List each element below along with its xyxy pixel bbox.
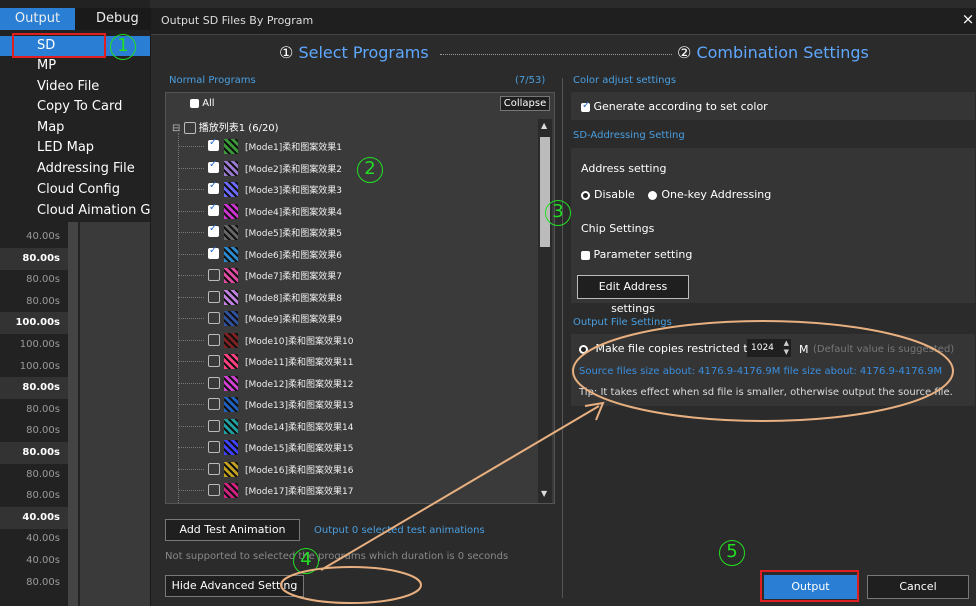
menu-item-cloud-animation[interactable]: Cloud Aimation Gzi — [0, 201, 150, 221]
time-duration: 100.00s — [0, 312, 68, 335]
time-duration: 80.00s — [0, 377, 68, 400]
time-duration: 80.00s — [26, 295, 60, 307]
hide-advanced-oval — [280, 566, 422, 604]
timeline-divider — [68, 222, 78, 606]
time-duration: 80.00s — [26, 274, 60, 286]
time-duration: 80.00s — [26, 468, 60, 480]
menu-tab-bar: Output Debug — [0, 8, 150, 30]
time-duration: 40.00s — [26, 533, 60, 545]
annotation-overlay — [280, 320, 954, 604]
time-duration: 80.00s — [0, 442, 68, 464]
arrow-head-icon — [584, 401, 605, 421]
menu-item-addressing-file[interactable]: Addressing File — [0, 159, 150, 179]
sd-highlight-box — [12, 33, 106, 58]
time-duration: 100.00s — [19, 339, 60, 350]
menu-item-video-file[interactable]: Video File — [0, 77, 150, 97]
output-sd-dialog: Output SD Files By Program × ① Select Pr… — [150, 8, 976, 606]
time-duration: 80.00s — [0, 247, 68, 270]
timeline-track — [80, 222, 150, 606]
menu-item-copy-to-card[interactable]: Copy To Card — [0, 97, 150, 117]
output-menu: Output Debug SD MP Video File Copy To Ca… — [0, 0, 150, 606]
arrow-line — [320, 405, 600, 571]
time-duration: 80.00s — [26, 425, 60, 437]
tab-debug[interactable]: Debug — [96, 8, 139, 30]
time-duration: 40.00s — [26, 231, 60, 242]
time-duration: 80.00s — [26, 403, 60, 415]
annotation-1: 1 — [110, 34, 136, 60]
menu-item-map[interactable]: Map — [0, 118, 150, 138]
time-duration: 100.00s — [19, 360, 60, 372]
menu-item-cloud-config[interactable]: Cloud Config — [0, 180, 150, 200]
time-duration: 40.00s — [0, 506, 68, 529]
time-duration: 80.00s — [26, 576, 60, 588]
output-settings-oval — [572, 320, 954, 422]
tab-output[interactable]: Output — [0, 8, 75, 30]
menu-item-led-map[interactable]: LED Map — [0, 138, 150, 158]
time-duration: 80.00s — [26, 490, 60, 502]
time-duration: 40.00s — [26, 555, 60, 566]
